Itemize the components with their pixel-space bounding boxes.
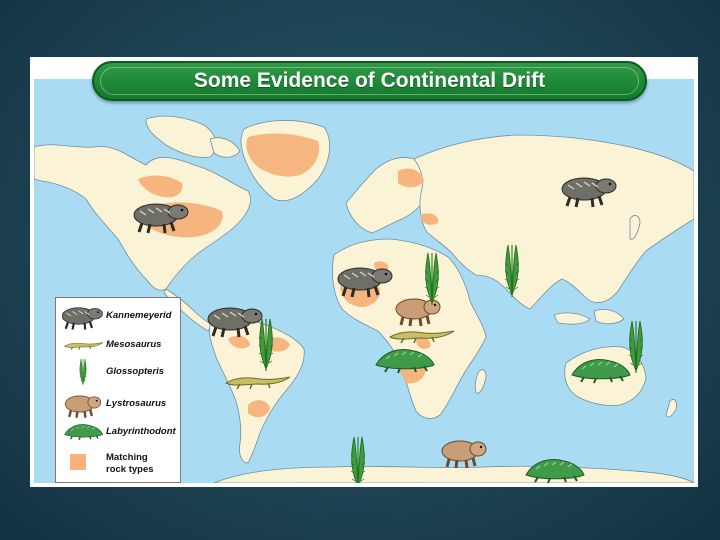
- legend-label-mesosaurus: Mesosaurus: [106, 339, 162, 350]
- legend-label-kannemeyerid: Kannemeyerid: [106, 310, 172, 321]
- slide-frame: Kannemeyerid Mesosaurus Glossopteris Lys…: [30, 57, 698, 487]
- map-title: Some Evidence of Continental Drift: [193, 69, 546, 92]
- legend-label-labyrinthodont: Labyrinthodont: [106, 426, 176, 437]
- legend-label-glossopteris: Glossopteris: [106, 366, 165, 377]
- lystrosaurus-icon: [64, 394, 102, 418]
- legend-item-mesosaurus: Mesosaurus: [60, 331, 178, 359]
- map-legend: Kannemeyerid Mesosaurus Glossopteris Lys…: [55, 297, 181, 483]
- legend-item-glossopteris: Glossopteris: [60, 358, 178, 386]
- labyrinthodont-icon: [63, 423, 104, 441]
- legend-item-lystrosaurus: Lystrosaurus: [60, 390, 178, 418]
- world-map: Kannemeyerid Mesosaurus Glossopteris Lys…: [34, 79, 694, 483]
- kannemeyerid-icon: [62, 306, 104, 330]
- legend-item-labyrinthodont: Labyrinthodont: [60, 418, 178, 446]
- mesosaurus-icon: [63, 342, 104, 351]
- matching-rock-swatch: [70, 454, 86, 470]
- glossopteris-icon: [79, 358, 87, 386]
- legend-item-kannemeyerid: Kannemeyerid: [60, 302, 178, 330]
- lystrosaurus-antarctica: [440, 439, 488, 470]
- title-banner: Some Evidence of Continental Drift: [92, 61, 647, 101]
- legend-label-matching-rock: Matching rock types: [106, 452, 154, 475]
- legend-label-lystrosaurus: Lystrosaurus: [106, 398, 167, 409]
- legend-item-matching-rock: Matching rock types: [60, 450, 178, 478]
